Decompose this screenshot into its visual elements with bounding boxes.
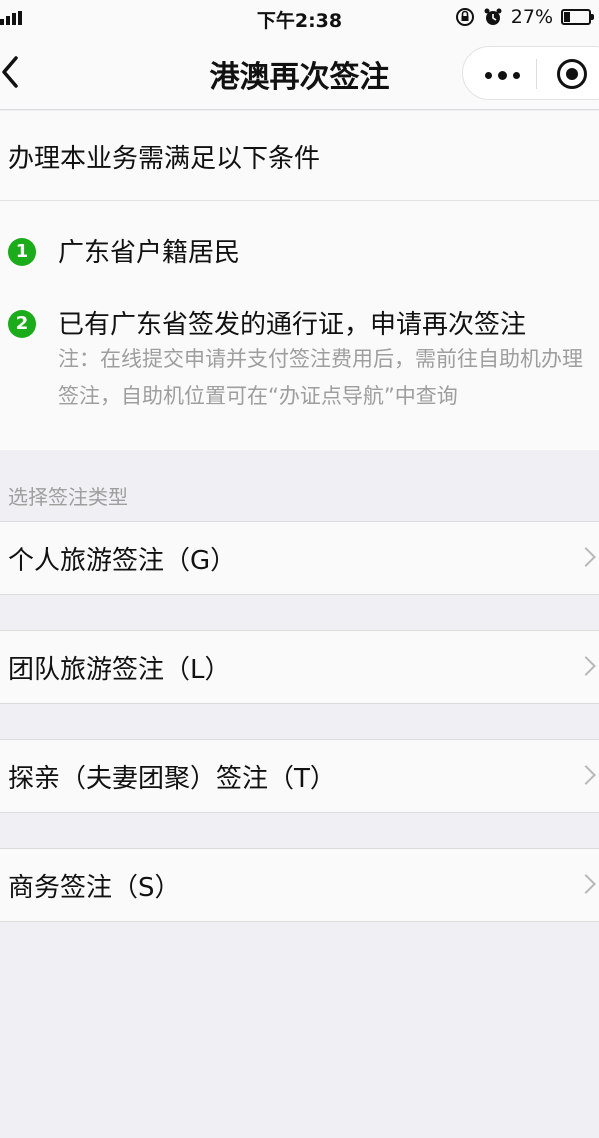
endorsement-type-personal[interactable]: 个人旅游签注（G） [0, 521, 599, 595]
type-label: 团队旅游签注（L） [8, 655, 231, 685]
chevron-right-icon [576, 656, 596, 676]
more-options-icon[interactable] [485, 71, 520, 80]
close-miniprogram-icon[interactable] [557, 59, 587, 89]
miniprogram-capsule [462, 46, 599, 100]
capsule-divider [536, 59, 537, 89]
type-label: 探亲（夫妻团聚）签注（T） [8, 764, 336, 794]
alarm-icon [484, 8, 502, 25]
battery-icon [561, 9, 594, 25]
status-bar: 下午2:38 27% [0, 0, 599, 36]
chevron-right-icon [576, 765, 596, 785]
rotation-lock-icon [455, 8, 474, 26]
endorsement-type-group[interactable]: 团队旅游签注（L） [0, 630, 599, 704]
condition-note: 注：在线提交申请并支付签注费用后，需前往自助机办理签注，自助机位置可在“办证点导… [58, 347, 583, 408]
type-label: 商务签注（S） [8, 873, 181, 903]
condition-text: 广东省户籍居民 [58, 238, 241, 268]
battery-fill [564, 12, 570, 22]
section-label: 选择签注类型 [8, 485, 128, 509]
status-icons: 27% [455, 6, 594, 28]
condition-text: 已有广东省签发的通行证，申请再次签注 [58, 310, 527, 340]
number-badge: 2 [8, 310, 36, 338]
type-label: 个人旅游签注（G） [8, 546, 237, 576]
conditions-panel: 办理本业务需满足以下条件 1 广东省户籍居民 2 已有广东省签发的通行证，申请再… [0, 111, 599, 450]
endorsement-type-business[interactable]: 商务签注（S） [0, 848, 599, 922]
chevron-right-icon [576, 874, 596, 894]
battery-percent: 27% [510, 6, 553, 28]
endorsement-type-family-visit[interactable]: 探亲（夫妻团聚）签注（T） [0, 739, 599, 813]
divider [0, 200, 599, 201]
number-badge: 1 [8, 238, 36, 266]
navigation-bar: 港澳再次签注 [0, 36, 599, 110]
conditions-heading: 办理本业务需满足以下条件 [8, 144, 321, 174]
chevron-right-icon [576, 547, 596, 567]
